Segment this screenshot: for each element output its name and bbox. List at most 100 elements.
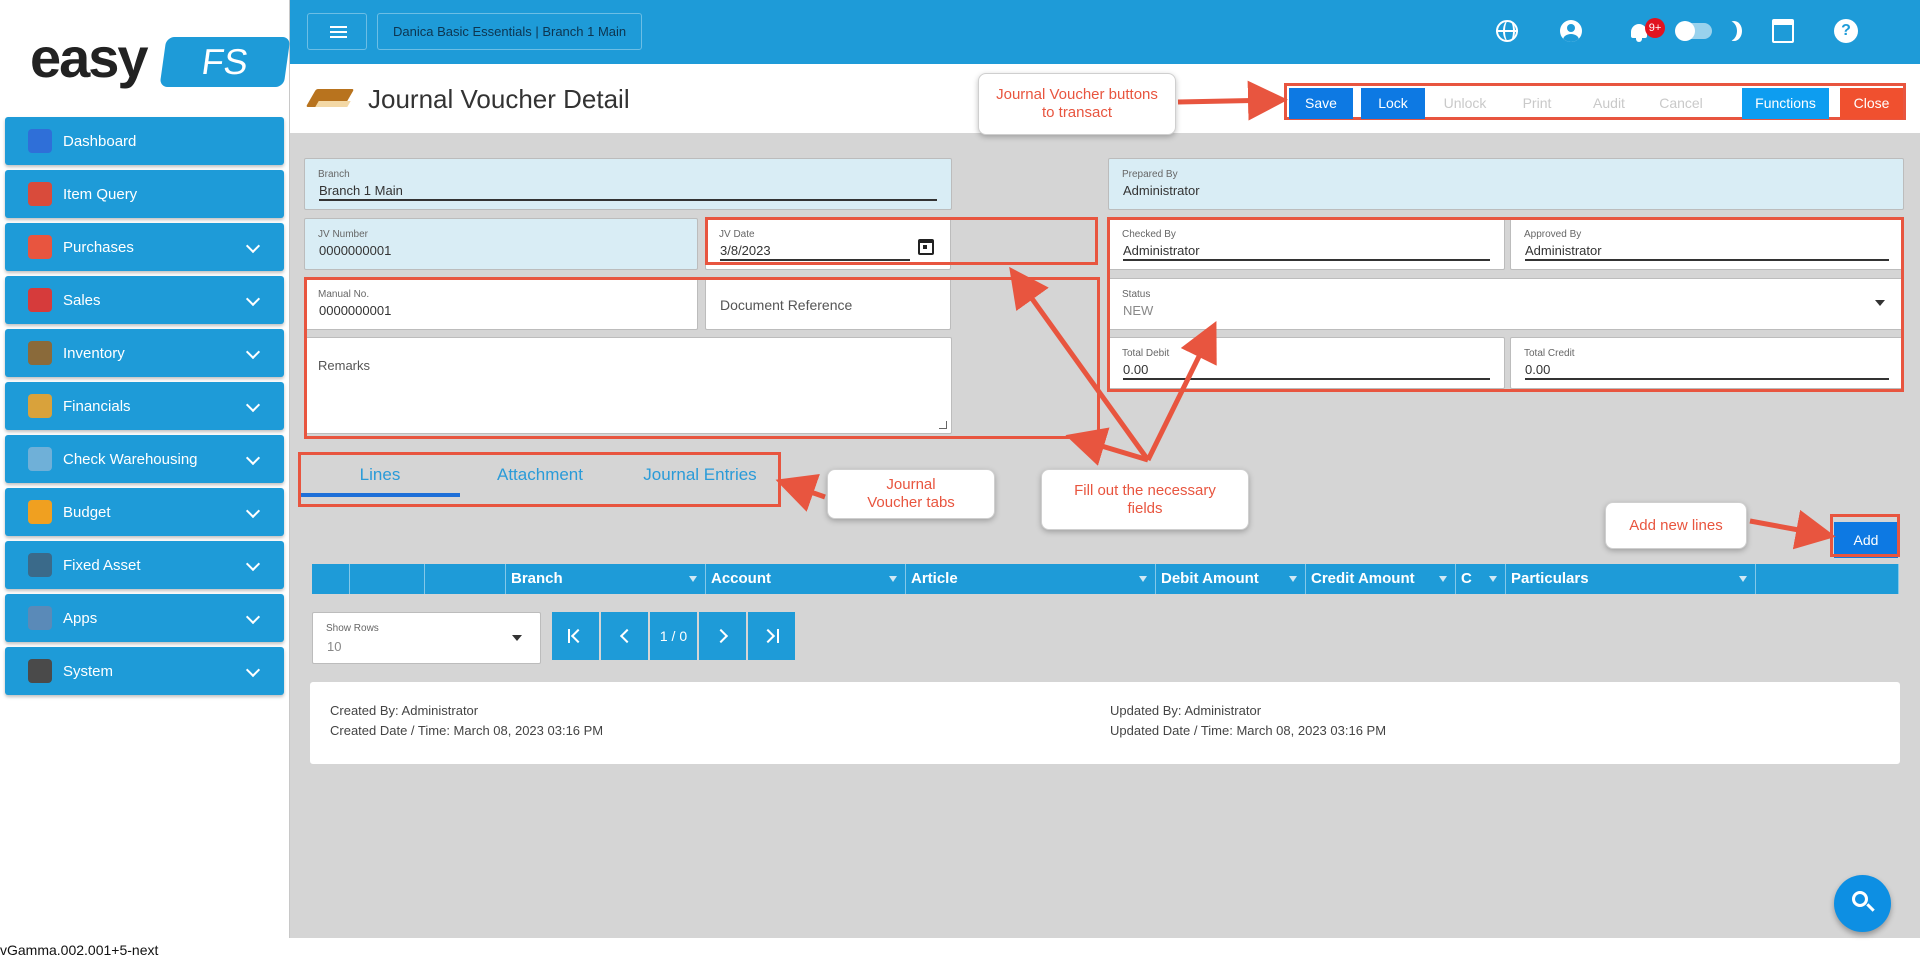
moon-icon	[1721, 21, 1737, 41]
ledger-icon	[28, 394, 52, 418]
hamburger-line	[330, 31, 347, 33]
calendar-icon[interactable]	[1772, 19, 1794, 43]
sidebar-item-financials[interactable]: Financials	[5, 382, 284, 430]
help-icon[interactable]: ?	[1834, 19, 1858, 43]
sidebar-item-fixed-asset[interactable]: Fixed Asset	[5, 541, 284, 589]
tab-attachment[interactable]: Attachment	[460, 453, 620, 497]
tab-lines[interactable]: Lines	[300, 453, 460, 497]
unlock-button[interactable]: Unlock	[1433, 88, 1497, 119]
branch-value: Branch 1 Main	[319, 183, 937, 201]
functions-button[interactable]: Functions	[1742, 88, 1829, 119]
total-credit-label: Total Credit	[1524, 348, 1575, 359]
status-select[interactable]: Status NEW	[1108, 278, 1904, 330]
branch-field[interactable]: Branch Branch 1 Main	[304, 158, 952, 210]
easyfs-logo[interactable]: easy FS	[30, 30, 291, 90]
column-header-label: Credit Amount	[1311, 570, 1415, 587]
first-page-button[interactable]	[552, 612, 599, 660]
filter-icon[interactable]	[1139, 576, 1147, 582]
basket-icon	[28, 182, 52, 206]
chevron-down-icon	[245, 503, 261, 519]
sidebar-item-label: Apps	[63, 609, 98, 627]
hamburger-menu-button[interactable]	[307, 13, 367, 50]
sidebar-item-dashboard[interactable]: Dashboard	[5, 117, 284, 165]
page-title: Journal Voucher Detail	[368, 84, 630, 114]
lock-button[interactable]: Lock	[1361, 88, 1425, 119]
column-header-particulars[interactable]: Particulars	[1506, 564, 1756, 594]
user-account-icon[interactable]	[1560, 20, 1582, 42]
sidebar-item-label: Item Query	[63, 185, 138, 203]
logo-badge: FS	[159, 37, 291, 87]
filter-icon[interactable]	[1739, 576, 1747, 582]
print-button[interactable]: Print	[1505, 88, 1569, 119]
column-header-credit-amount[interactable]: Credit Amount	[1306, 564, 1456, 594]
checked-by-value: Administrator	[1123, 243, 1490, 261]
sidebar-item-check-warehousing[interactable]: Check Warehousing	[5, 435, 284, 483]
sidebar-item-apps[interactable]: Apps	[5, 594, 284, 642]
document-reference-placeholder: Document Reference	[720, 297, 853, 313]
column-header-branch[interactable]: Branch	[506, 564, 706, 594]
total-debit-value: 0.00	[1123, 362, 1490, 380]
remarks-textarea[interactable]: Remarks	[304, 337, 952, 434]
chevron-down-icon	[245, 662, 261, 678]
search-fab-button[interactable]	[1834, 875, 1891, 932]
sidebar-item-label: Financials	[63, 397, 131, 415]
column-header-debit-amount[interactable]: Debit Amount	[1156, 564, 1306, 594]
filter-icon[interactable]	[689, 576, 697, 582]
cancel-button[interactable]: Cancel	[1649, 88, 1713, 119]
status-value: NEW	[1123, 303, 1154, 318]
sidebar-item-label: Sales	[63, 291, 101, 309]
column-header-label: Article	[911, 570, 958, 587]
resize-handle-icon[interactable]	[939, 421, 947, 429]
chevron-down-icon	[245, 397, 261, 413]
approved-by-field[interactable]: Approved By Administrator	[1510, 218, 1904, 270]
jv-date-value: 3/8/2023	[720, 243, 910, 261]
filter-icon[interactable]	[1489, 576, 1497, 582]
lines-grid-header: Branch Account Article Debit Amount Credit A…	[312, 564, 1899, 594]
close-button[interactable]: Close	[1840, 88, 1903, 119]
approved-by-value: Administrator	[1525, 243, 1889, 261]
sidebar-item-inventory[interactable]: Inventory	[5, 329, 284, 377]
dashboard-icon	[28, 129, 52, 153]
show-rows-select[interactable]: Show Rows 10	[312, 612, 541, 664]
sidebar-item-purchases[interactable]: Purchases	[5, 223, 284, 271]
chevron-left-icon	[619, 628, 634, 644]
chevron-right-icon	[713, 628, 728, 644]
sidebar-item-system[interactable]: System	[5, 647, 284, 695]
checked-by-field[interactable]: Checked By Administrator	[1108, 218, 1505, 270]
date-picker-icon[interactable]	[918, 239, 934, 255]
next-page-button[interactable]	[699, 612, 746, 660]
globe-icon[interactable]	[1496, 20, 1518, 42]
last-page-button[interactable]	[748, 612, 795, 660]
sidebar-item-label: Budget	[63, 503, 111, 521]
total-debit-field: Total Debit 0.00	[1108, 337, 1505, 389]
sidebar-item-budget[interactable]: Budget	[5, 488, 284, 536]
manual-no-field[interactable]: Manual No. 0000000001	[304, 278, 698, 330]
dark-mode-toggle[interactable]	[1675, 21, 1712, 41]
column-header-account[interactable]: Account	[706, 564, 906, 594]
tab-journal-entries[interactable]: Journal Entries	[620, 453, 780, 497]
callout-add: Add new lines	[1605, 502, 1747, 549]
column-header-article[interactable]: Article	[906, 564, 1156, 594]
total-debit-label: Total Debit	[1122, 348, 1170, 359]
document-reference-field[interactable]: Document Reference	[705, 278, 951, 330]
first-page-icon	[568, 629, 570, 643]
audit-button[interactable]: Audit	[1577, 88, 1641, 119]
add-line-button[interactable]: Add	[1834, 522, 1898, 558]
save-button[interactable]: Save	[1289, 88, 1353, 119]
company-branch-selector[interactable]: Danica Basic Essentials | Branch 1 Main	[377, 13, 643, 50]
column-header-c[interactable]: C	[1456, 564, 1506, 594]
sidebar-item-item-query[interactable]: Item Query	[5, 170, 284, 218]
last-page-icon	[777, 629, 779, 643]
filter-icon[interactable]	[1289, 576, 1297, 582]
filter-icon[interactable]	[889, 576, 897, 582]
filter-icon[interactable]	[1439, 576, 1447, 582]
sidebar-item-sales[interactable]: Sales	[5, 276, 284, 324]
callout-tabs: Journal Voucher tabs	[827, 469, 995, 519]
chevron-down-icon	[245, 344, 261, 360]
last-page-icon	[760, 628, 775, 644]
check-icon	[28, 447, 52, 471]
jv-date-field[interactable]: JV Date 3/8/2023	[705, 218, 951, 270]
previous-page-button[interactable]	[601, 612, 648, 660]
column-header-select	[312, 564, 350, 594]
column-header-label: C	[1461, 570, 1472, 587]
